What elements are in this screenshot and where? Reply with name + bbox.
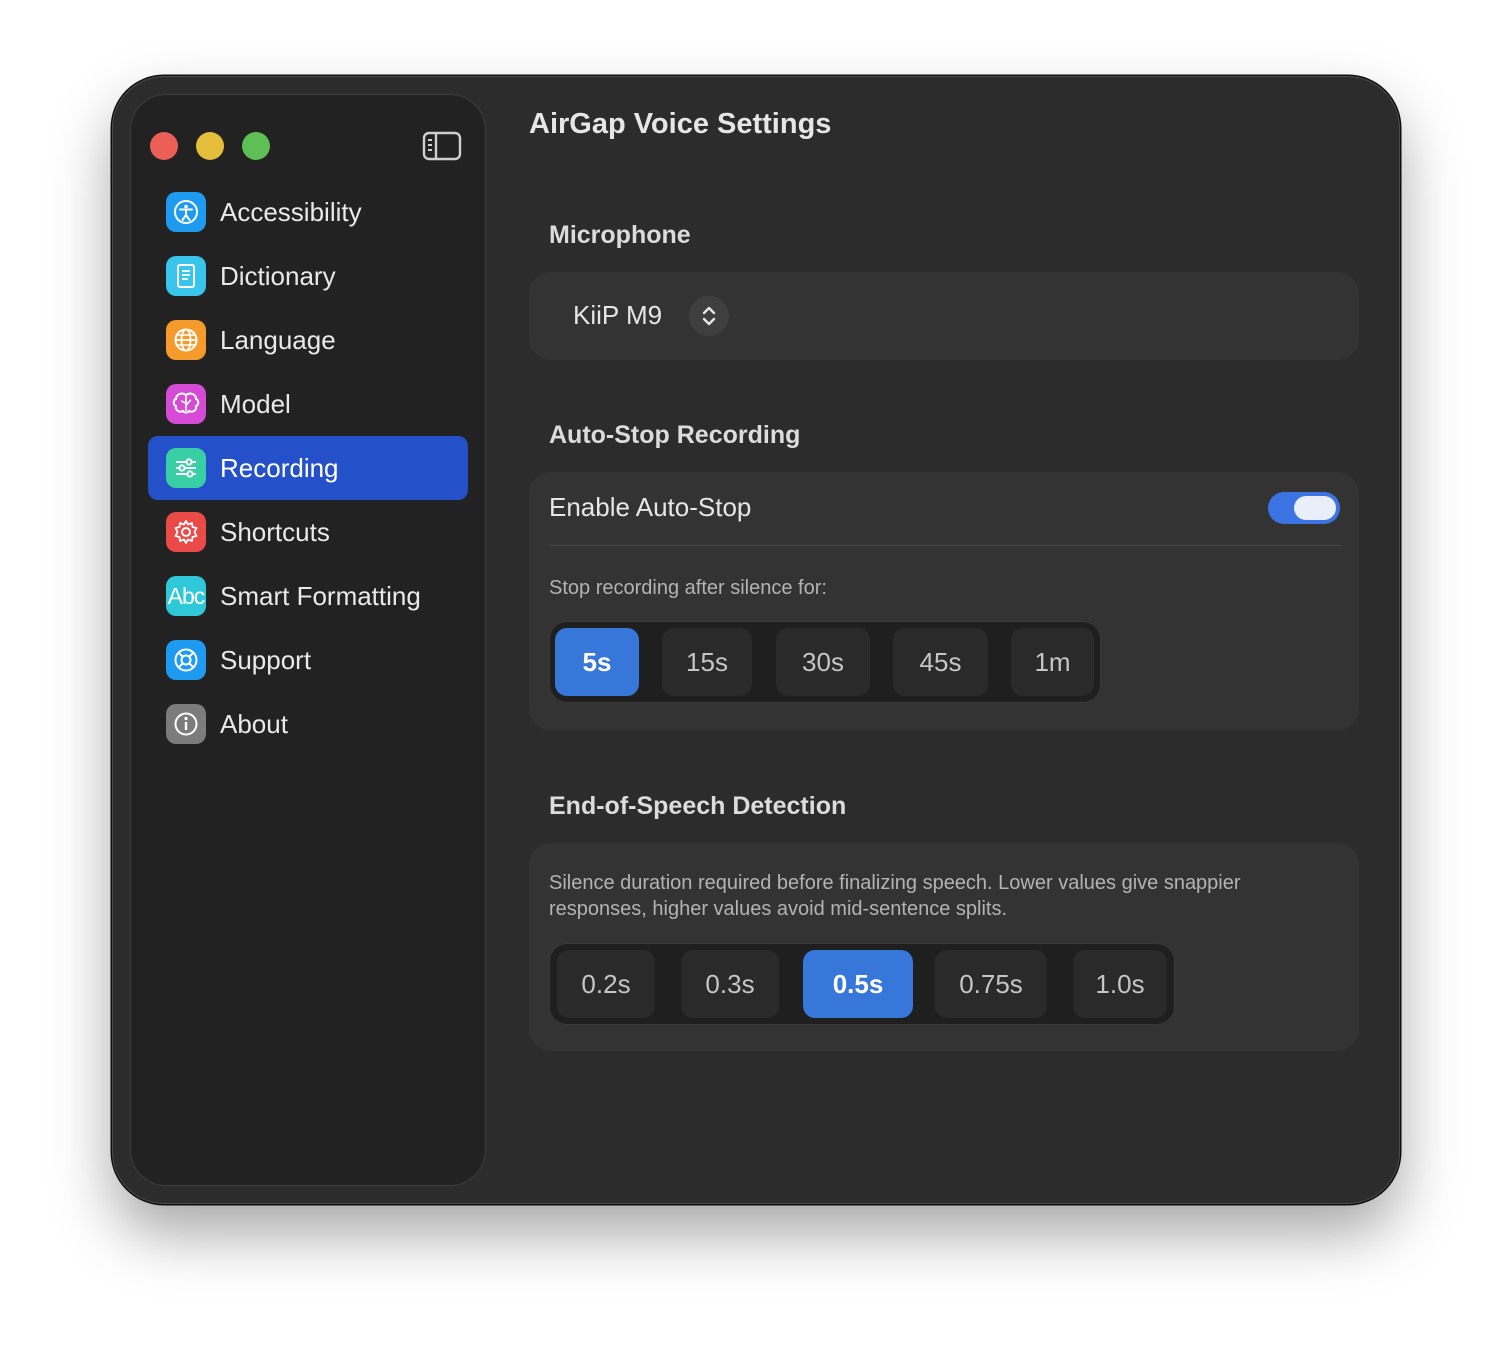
close-window-button[interactable] <box>150 132 178 160</box>
sliders-icon <box>166 448 206 488</box>
auto-stop-caption: Stop recording after silence for: <box>549 577 827 599</box>
sidebar-item-accessibility[interactable]: Accessibility <box>148 180 468 244</box>
auto-stop-option-5s[interactable]: 5s <box>555 628 639 696</box>
auto-stop-option-45s[interactable]: 45s <box>893 628 988 696</box>
page-title: AirGap Voice Settings <box>529 108 832 140</box>
sidebar-item-label: Smart Formatting <box>220 580 421 611</box>
auto-stop-toggle-label: Enable Auto-Stop <box>549 492 752 522</box>
toggle-knob <box>1294 496 1336 520</box>
sidebar-item-label: Support <box>220 644 312 675</box>
brain-icon <box>166 384 206 424</box>
auto-stop-toggle[interactable] <box>1268 492 1340 524</box>
sidebar-item-dictionary[interactable]: Dictionary <box>148 244 468 308</box>
settings-window: Accessibility Dictionary Language Model <box>112 76 1400 1204</box>
end-of-speech-card: Silence duration required before finaliz… <box>529 843 1359 1051</box>
auto-stop-option-30s[interactable]: 30s <box>776 628 870 696</box>
globe-icon <box>166 320 206 360</box>
book-icon <box>166 256 206 296</box>
end-of-speech-caption-line-2: responses, higher values avoid mid-sente… <box>549 898 1008 920</box>
microphone-select-value[interactable]: KiiP M9 <box>573 300 662 331</box>
auto-stop-option-15s[interactable]: 15s <box>662 628 752 696</box>
sidebar-item-label: Recording <box>220 452 339 483</box>
eos-option-0-3s[interactable]: 0.3s <box>681 950 779 1018</box>
auto-stop-card: Enable Auto-Stop Stop recording after si… <box>529 472 1359 730</box>
sidebar-item-shortcuts[interactable]: Shortcuts <box>148 500 468 564</box>
auto-stop-duration-picker: 5s 15s 30s 45s 1m <box>549 621 1101 703</box>
sidebar-item-label: Model <box>220 388 291 419</box>
sidebar-item-support[interactable]: Support <box>148 628 468 692</box>
sidebar-item-language[interactable]: Language <box>148 308 468 372</box>
sidebar-item-label: Shortcuts <box>220 516 330 547</box>
text-format-icon: Abc <box>166 576 206 616</box>
gear-icon <box>166 512 206 552</box>
end-of-speech-caption-line-1: Silence duration required before finaliz… <box>549 872 1241 894</box>
sidebar-nav: Accessibility Dictionary Language Model <box>148 180 468 756</box>
chevron-up-down-icon <box>702 306 716 326</box>
sidebar-item-recording[interactable]: Recording <box>148 436 468 500</box>
eos-option-0-2s[interactable]: 0.2s <box>557 950 655 1018</box>
sidebar-toggle-icon[interactable] <box>422 130 462 162</box>
divider <box>549 545 1341 546</box>
sidebar-item-label: Accessibility <box>220 196 362 227</box>
auto-stop-option-1m[interactable]: 1m <box>1011 628 1094 696</box>
microphone-card: KiiP M9 <box>529 272 1359 360</box>
sidebar-item-smart-formatting[interactable]: Abc Smart Formatting <box>148 564 468 628</box>
sidebar-item-label: Language <box>220 324 336 355</box>
auto-stop-heading: Auto-Stop Recording <box>549 421 801 449</box>
zoom-window-button[interactable] <box>242 132 270 160</box>
end-of-speech-duration-picker: 0.2s 0.3s 0.5s 0.75s 1.0s <box>549 943 1175 1025</box>
eos-option-0-5s[interactable]: 0.5s <box>803 950 913 1018</box>
microphone-select-stepper[interactable] <box>689 296 729 336</box>
sidebar: Accessibility Dictionary Language Model <box>130 94 486 1186</box>
lifebuoy-icon <box>166 640 206 680</box>
sidebar-item-label: Dictionary <box>220 260 336 291</box>
sidebar-item-label: About <box>220 708 288 739</box>
minimize-window-button[interactable] <box>196 132 224 160</box>
microphone-heading: Microphone <box>549 221 691 249</box>
eos-option-0-75s[interactable]: 0.75s <box>935 950 1047 1018</box>
sidebar-item-about[interactable]: About <box>148 692 468 756</box>
end-of-speech-heading: End-of-Speech Detection <box>549 792 847 820</box>
sidebar-item-model[interactable]: Model <box>148 372 468 436</box>
info-icon <box>166 704 206 744</box>
accessibility-icon <box>166 192 206 232</box>
eos-option-1-0s[interactable]: 1.0s <box>1073 950 1167 1018</box>
